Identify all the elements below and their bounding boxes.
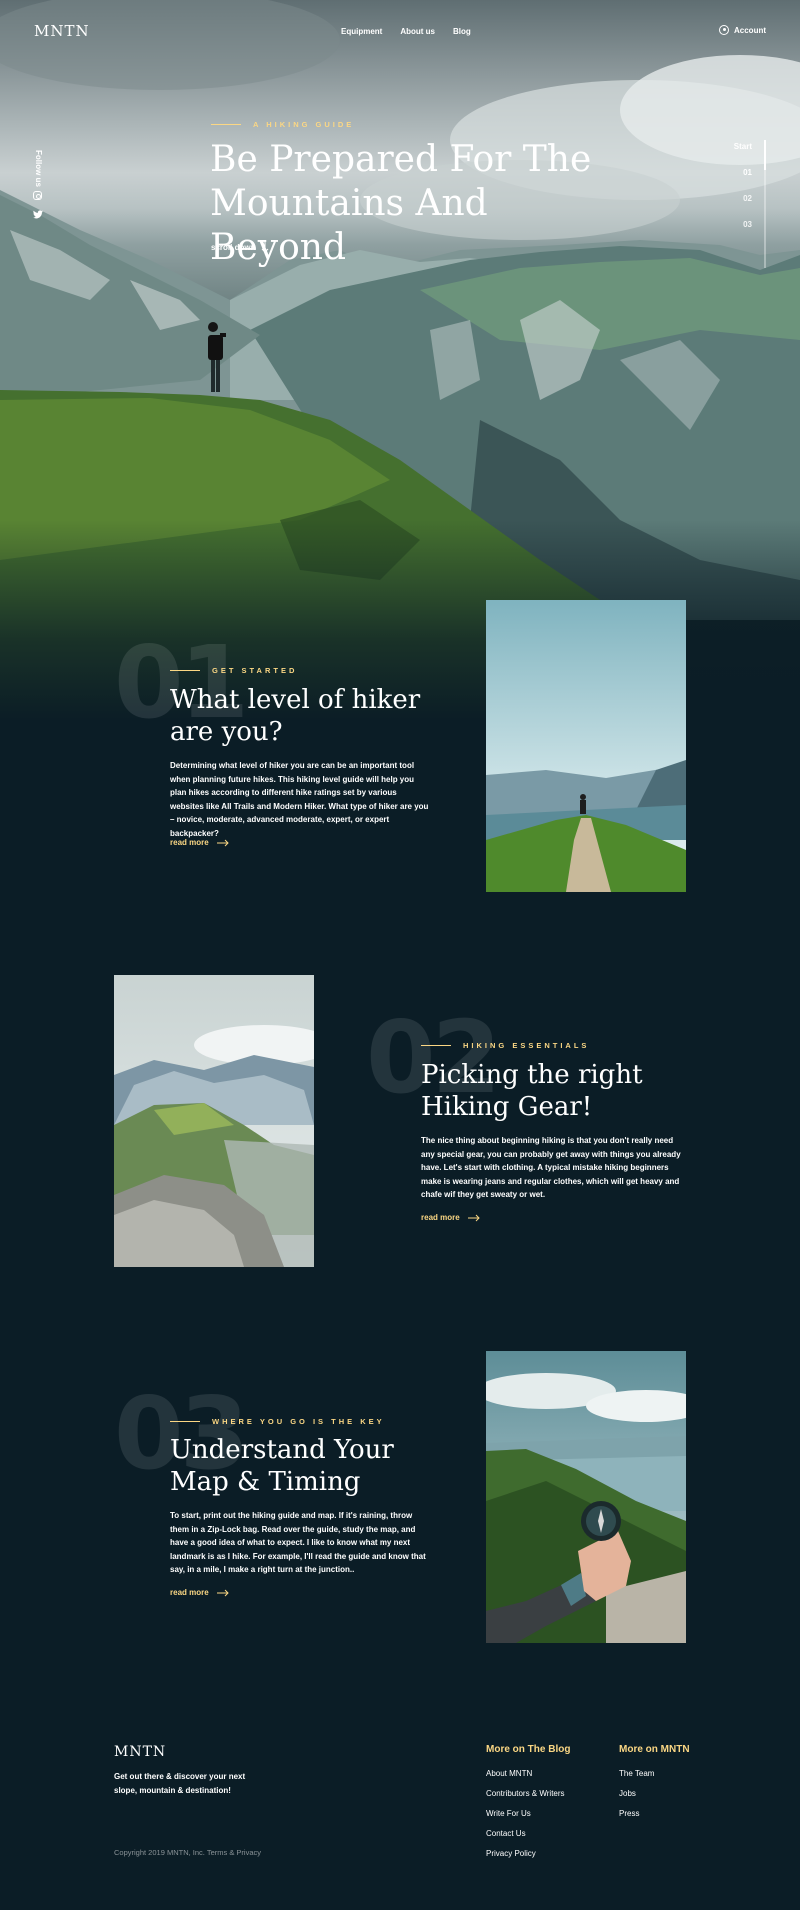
section-01-title: What level of hiker are you? [170, 685, 421, 747]
section-02-photo [114, 975, 314, 1267]
footer-link-about-mntn[interactable]: About MNTN [486, 1769, 570, 1778]
instagram-icon[interactable] [33, 191, 42, 200]
hero-title: Be Prepared For The Mountains And Beyond [210, 139, 592, 268]
footer-link-contributors[interactable]: Contributors & Writers [486, 1789, 570, 1798]
section-03-read-more[interactable]: read more [170, 1588, 229, 1597]
main-nav: Equipment About us Blog [341, 27, 471, 36]
footer-link-privacy-policy[interactable]: Privacy Policy [486, 1849, 570, 1858]
section-02-read-more[interactable]: read more [421, 1213, 480, 1222]
arrow-down-icon [262, 241, 269, 253]
nav-blog[interactable]: Blog [453, 27, 471, 36]
footer-column-mntn: More on MNTN The Team Jobs Press [619, 1744, 690, 1829]
user-icon [719, 25, 729, 35]
section-03-photo [486, 1351, 686, 1643]
footer-link-press[interactable]: Press [619, 1809, 690, 1818]
footer-tagline: Get out there & discover your next slope… [114, 1772, 246, 1795]
footer-copyright: Copyright 2019 MNTN, Inc. Terms & Privac… [114, 1848, 261, 1857]
slider-item-start[interactable]: Start [734, 142, 752, 151]
section-01-photo [486, 600, 686, 892]
section-03-eyebrow: WHERE YOU GO IS THE KEY [170, 1417, 385, 1426]
footer-column-blog: More on The Blog About MNTN Contributors… [486, 1744, 570, 1869]
scroll-down-label: scroll down [211, 242, 256, 252]
section-slider: Start 01 02 03 [726, 140, 766, 268]
slider-item-03[interactable]: 03 [743, 220, 752, 229]
footer-link-the-team[interactable]: The Team [619, 1769, 690, 1778]
slider-indicator [764, 140, 766, 170]
arrow-right-icon [216, 1589, 229, 1596]
footer-logo[interactable]: MNTN [114, 1744, 166, 1760]
scroll-down-link[interactable]: scroll down [211, 241, 269, 253]
footer-link-jobs[interactable]: Jobs [619, 1789, 690, 1798]
eyebrow-line [170, 1420, 200, 1423]
eyebrow-line [170, 669, 200, 672]
eyebrow-line [421, 1044, 451, 1047]
account-link[interactable]: Account [719, 25, 766, 35]
follow-us-label: Follow us [34, 150, 43, 187]
eyebrow-line [211, 123, 241, 126]
section-03-title: Understand Your Map & Timing [170, 1435, 394, 1497]
slider-item-01[interactable]: 01 [743, 168, 752, 177]
section-03-text: To start, print out the hiking guide and… [170, 1511, 426, 1574]
section-02-eyebrow-text: HIKING ESSENTIALS [463, 1041, 590, 1050]
section-01-text: Determining what level of hiker you are … [170, 761, 429, 838]
hero-eyebrow: A HIKING GUIDE [211, 120, 354, 129]
social-links [33, 191, 43, 219]
read-more-label: read more [170, 838, 209, 847]
footer-column-title: More on The Blog [486, 1744, 571, 1755]
nav-about-us[interactable]: About us [400, 27, 435, 36]
account-label: Account [734, 25, 766, 35]
section-02-title: Picking the right Hiking Gear! [421, 1060, 643, 1122]
nav-equipment[interactable]: Equipment [341, 27, 382, 36]
read-more-label: read more [421, 1213, 460, 1222]
slider-item-02[interactable]: 02 [743, 194, 752, 203]
hero-eyebrow-text: A HIKING GUIDE [253, 120, 355, 129]
section-01-read-more[interactable]: read more [170, 838, 229, 847]
arrow-right-icon [216, 839, 229, 846]
section-03-eyebrow-text: WHERE YOU GO IS THE KEY [212, 1417, 385, 1426]
footer-link-write-for-us[interactable]: Write For Us [486, 1809, 570, 1818]
section-02-text: The nice thing about beginning hiking is… [421, 1136, 681, 1199]
site-logo[interactable]: MNTN [34, 22, 90, 40]
footer-link-contact-us[interactable]: Contact Us [486, 1829, 570, 1838]
twitter-icon[interactable] [33, 210, 43, 219]
footer-column-title: More on MNTN [619, 1744, 690, 1755]
read-more-label: read more [170, 1588, 209, 1597]
arrow-right-icon [467, 1214, 480, 1221]
section-02-eyebrow: HIKING ESSENTIALS [421, 1041, 589, 1050]
section-01-eyebrow-text: GET STARTED [212, 666, 298, 675]
section-01-eyebrow: GET STARTED [170, 666, 297, 675]
